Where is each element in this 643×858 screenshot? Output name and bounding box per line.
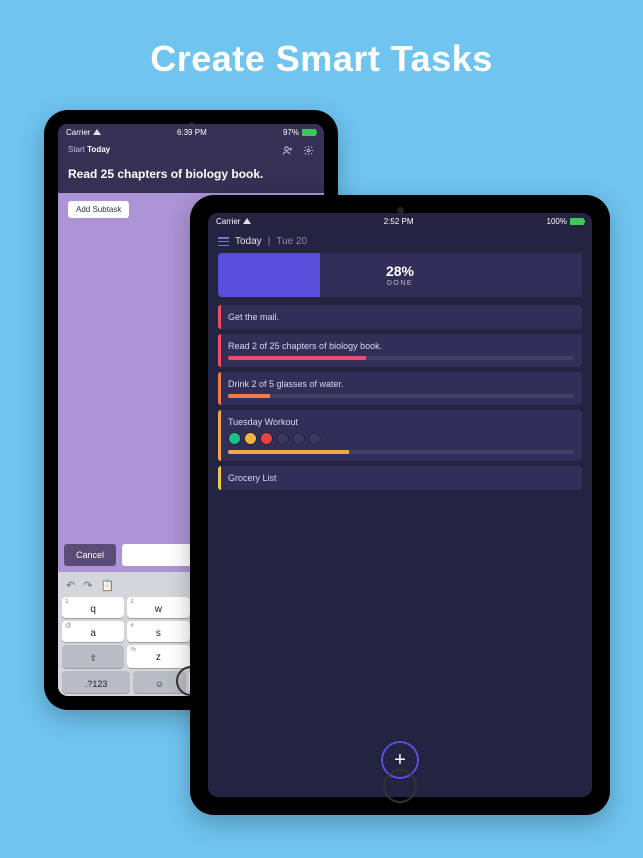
home-button[interactable]	[383, 769, 417, 803]
task-stripe	[218, 372, 221, 405]
task-item[interactable]: Tuesday Workout	[218, 410, 582, 461]
today-date: Tue 20	[276, 236, 307, 247]
avatar	[244, 432, 257, 445]
clipboard-icon[interactable]: 📋	[100, 579, 114, 592]
task-label: Tuesday Workout	[228, 417, 574, 427]
clock: 2:52 PM	[384, 217, 414, 226]
wifi-icon	[243, 218, 251, 224]
today-heading[interactable]: Today | Tue 20	[208, 230, 592, 253]
add-subtask-button[interactable]: Add Subtask	[68, 201, 129, 218]
key-w[interactable]: 2w	[127, 597, 189, 618]
task-list: Get the mail. Read 2 of 25 chapters of bi…	[208, 305, 592, 490]
task-progress-bar	[228, 394, 574, 398]
carrier-label: Carrier	[66, 128, 101, 137]
avatar	[292, 432, 305, 445]
status-bar: Carrier 6:39 PM 97%	[58, 124, 324, 141]
screen-right: Carrier 2:52 PM 100% Today | Tue 20 28% …	[208, 213, 592, 797]
key-.?123[interactable]: .?123	[62, 671, 130, 693]
task-label: Read 2 of 25 chapters of biology book.	[228, 341, 574, 351]
task-header: Start Today	[58, 141, 324, 167]
progress-done-label: DONE	[387, 280, 413, 287]
task-stripe	[218, 466, 221, 490]
task-item[interactable]: Grocery List	[218, 466, 582, 490]
avatar	[228, 432, 241, 445]
task-label: Grocery List	[228, 473, 574, 483]
clock: 6:39 PM	[177, 128, 207, 137]
progress-card[interactable]: 28% DONE	[218, 253, 582, 297]
task-item[interactable]: Drink 2 of 5 glasses of water.	[218, 372, 582, 405]
task-title-input[interactable]: Read 25 chapters of biology book.	[58, 167, 324, 193]
progress-fill	[218, 253, 320, 297]
key-⇧[interactable]: ⇧	[62, 645, 124, 668]
task-item[interactable]: Read 2 of 25 chapters of biology book.	[218, 334, 582, 367]
key-a[interactable]: @a	[62, 621, 124, 642]
today-label: Today	[235, 236, 262, 247]
cancel-button[interactable]: Cancel	[64, 544, 116, 566]
battery-pct: 100%	[547, 217, 567, 226]
redo-icon[interactable]: ↷	[83, 579, 92, 592]
task-progress-bar	[228, 356, 574, 360]
start-date-field[interactable]: Start Today	[68, 145, 110, 154]
task-stripe	[218, 305, 221, 329]
status-bar: Carrier 2:52 PM 100%	[208, 213, 592, 230]
battery-icon	[302, 129, 316, 136]
task-item[interactable]: Get the mail.	[218, 305, 582, 329]
ipad-right: Carrier 2:52 PM 100% Today | Tue 20 28% …	[190, 195, 610, 815]
avatar	[308, 432, 321, 445]
carrier-label: Carrier	[216, 217, 251, 226]
task-label: Drink 2 of 5 glasses of water.	[228, 379, 574, 389]
task-avatars	[228, 432, 574, 445]
task-stripe	[218, 334, 221, 367]
avatar	[276, 432, 289, 445]
key-z[interactable]: %z	[127, 645, 189, 668]
task-stripe	[218, 410, 221, 461]
wifi-icon	[93, 129, 101, 135]
headline: Create Smart Tasks	[0, 0, 643, 80]
avatar	[260, 432, 273, 445]
battery-pct: 97%	[283, 128, 299, 137]
progress-percent: 28%	[386, 263, 414, 279]
key-s[interactable]: #s	[127, 621, 189, 642]
menu-icon[interactable]	[218, 237, 229, 246]
battery-icon	[570, 218, 584, 225]
user-plus-icon[interactable]	[282, 145, 293, 159]
undo-icon[interactable]: ↶	[66, 579, 75, 592]
key-q[interactable]: 1q	[62, 597, 124, 618]
task-progress-bar	[228, 450, 574, 454]
gear-icon[interactable]	[303, 145, 314, 159]
task-label: Get the mail.	[228, 312, 574, 322]
